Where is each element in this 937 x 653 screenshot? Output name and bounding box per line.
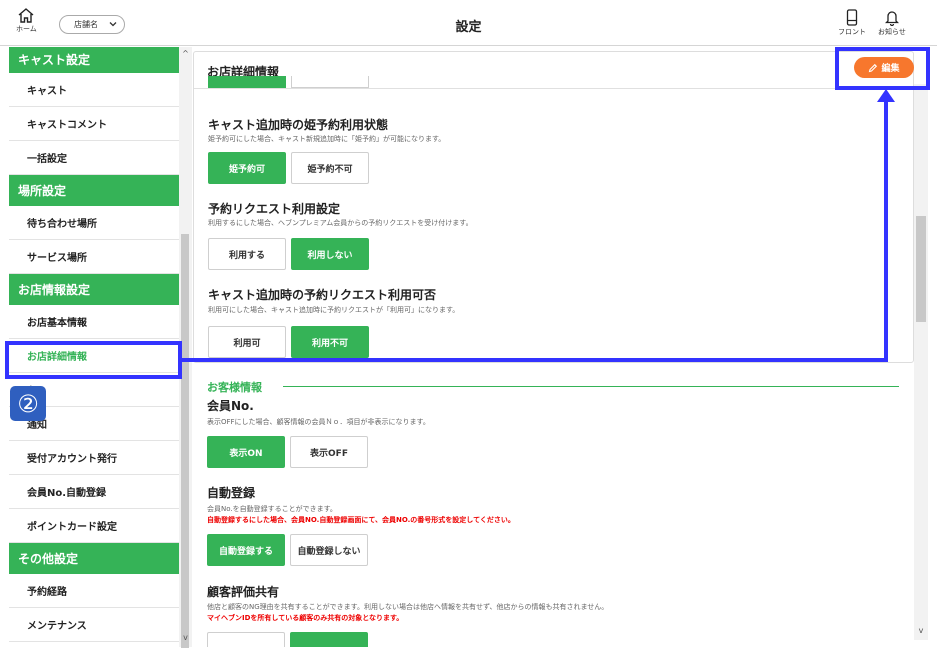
annotation-arrow — [182, 89, 895, 362]
annotation-badge: ② — [10, 386, 46, 421]
